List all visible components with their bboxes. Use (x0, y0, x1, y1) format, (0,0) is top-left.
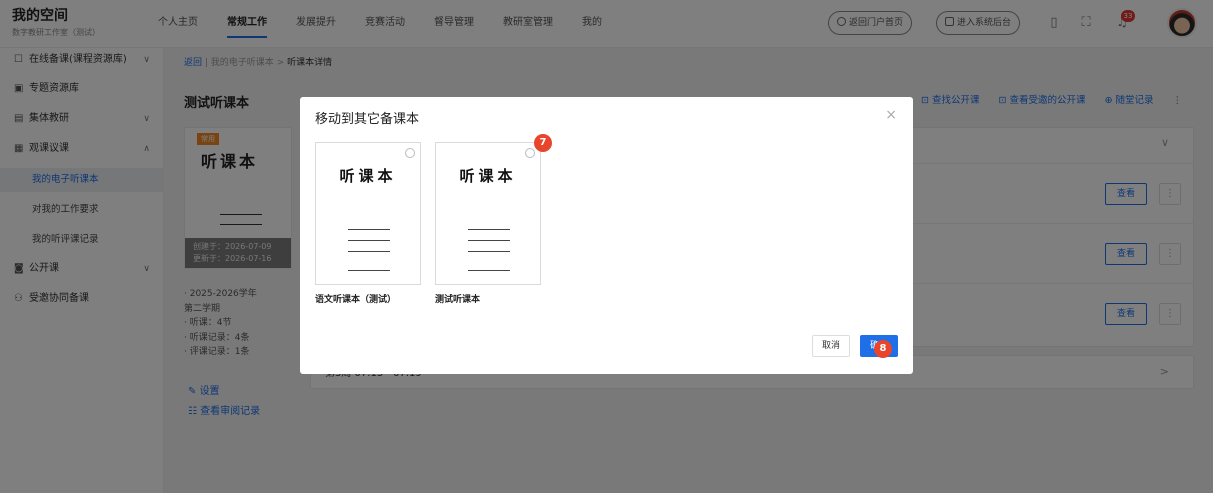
close-icon[interactable]: × (885, 107, 897, 123)
notebook-option-chinese[interactable]: 听课本 (315, 142, 421, 285)
move-notebook-dialog: 移动到其它备课本 × 听课本 语文听课本（测试） 听课本 测试听课本 7 取消 … (300, 97, 913, 374)
step-badge: 8 (874, 340, 892, 358)
cancel-button[interactable]: 取消 (812, 335, 850, 357)
radio-button[interactable] (525, 148, 535, 158)
radio-button[interactable] (405, 148, 415, 158)
option-label[interactable]: 语文听课本（测试） (315, 292, 396, 305)
dialog-title: 移动到其它备课本 (315, 112, 420, 127)
option-label[interactable]: 测试听课本 (435, 292, 480, 305)
step-badge: 7 (534, 134, 552, 152)
notebook-option-test[interactable]: 听课本 (435, 142, 541, 285)
